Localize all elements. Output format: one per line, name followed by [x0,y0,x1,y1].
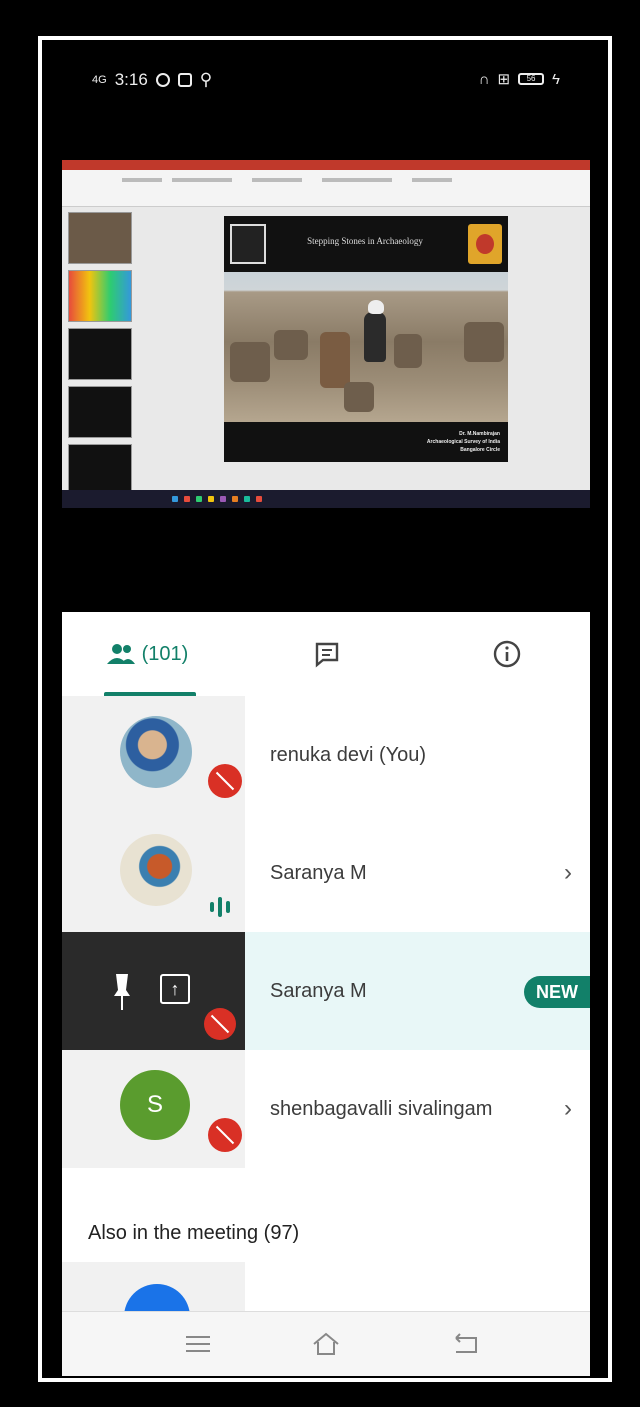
participant-name: Saranya M [270,979,367,1002]
speaking-indicator-icon [210,896,240,918]
tab-people[interactable]: (101) [92,612,202,696]
participant-name: renuka devi (You) [270,743,427,766]
ppt-ribbon [62,170,590,207]
current-slide: Stepping Stones in Archaeology Dr. M.Nam… [224,216,508,462]
chevron-right-icon[interactable]: › [564,1050,572,1168]
headphones-icon: ∩ [478,70,490,88]
charging-icon: ϟ [552,70,560,88]
avatar [120,716,192,788]
volume-off-icon [204,1008,236,1040]
presenting-icon: ↑ [160,974,190,1004]
participant-row[interactable] [62,1262,245,1316]
system-nav-bar [62,1311,590,1376]
tab-info[interactable] [472,612,542,696]
people-icon [106,644,135,664]
menu-icon[interactable] [182,1328,214,1360]
panel-tabs: (101) [62,612,590,697]
location-icon: ⚲ [199,70,213,89]
windows-taskbar [62,490,590,508]
status-bar: 4G 3:16 ⚲ ∩ ⊞ 56 ϟ [42,40,608,120]
home-icon[interactable] [310,1328,342,1360]
also-in-meeting-heading: Also in the meeting (97) [88,1222,300,1244]
participant-row[interactable]: S shenbagavalli sivalingam › [62,1050,590,1168]
avatar: S [120,1070,190,1140]
gallery-icon [177,73,192,87]
participant-name: Saranya M [270,861,367,884]
participant-row[interactable]: renuka devi (You) [62,696,590,814]
shared-screen[interactable]: Stepping Stones in Archaeology Dr. M.Nam… [62,160,590,508]
participant-row[interactable]: ↑ Saranya M NEW [62,932,590,1050]
emblem-icon [468,224,502,264]
network-indicator: 4G [92,74,107,86]
mic-off-icon [208,1118,242,1152]
participant-row[interactable]: Saranya M › [62,814,590,932]
new-badge: NEW [524,976,590,1008]
info-icon [493,640,521,668]
tab-chat[interactable] [292,612,362,696]
chevron-right-icon[interactable]: › [564,814,572,932]
slide-thumbnails [68,212,136,496]
ppt-title-bar [62,160,590,170]
slide-photo [224,272,508,422]
asi-logo-icon [230,224,266,264]
phone-frame: 4G 3:16 ⚲ ∩ ⊞ 56 ϟ Stepping Stones in Ar… [38,36,612,1382]
participants-panel: (101) renuka devi (You) Saranya M › ↑ Sa… [62,612,590,1376]
slide-title: Stepping Stones in Archaeology [307,236,423,246]
battery-icon: 56 [518,73,545,85]
clock: 3:16 [114,70,148,89]
signal-icon: ⊞ [497,71,511,88]
pin-icon[interactable] [114,972,130,1012]
participant-count: (101) [141,642,189,665]
chat-icon [315,642,339,668]
back-icon[interactable] [450,1328,482,1360]
participant-name: shenbagavalli sivalingam [270,1097,493,1120]
avatar [120,834,192,906]
notification-icon [155,73,170,87]
mic-off-icon [208,764,242,798]
slide-caption: Dr. M.Nambirajan Archaeological Survey o… [426,431,500,453]
